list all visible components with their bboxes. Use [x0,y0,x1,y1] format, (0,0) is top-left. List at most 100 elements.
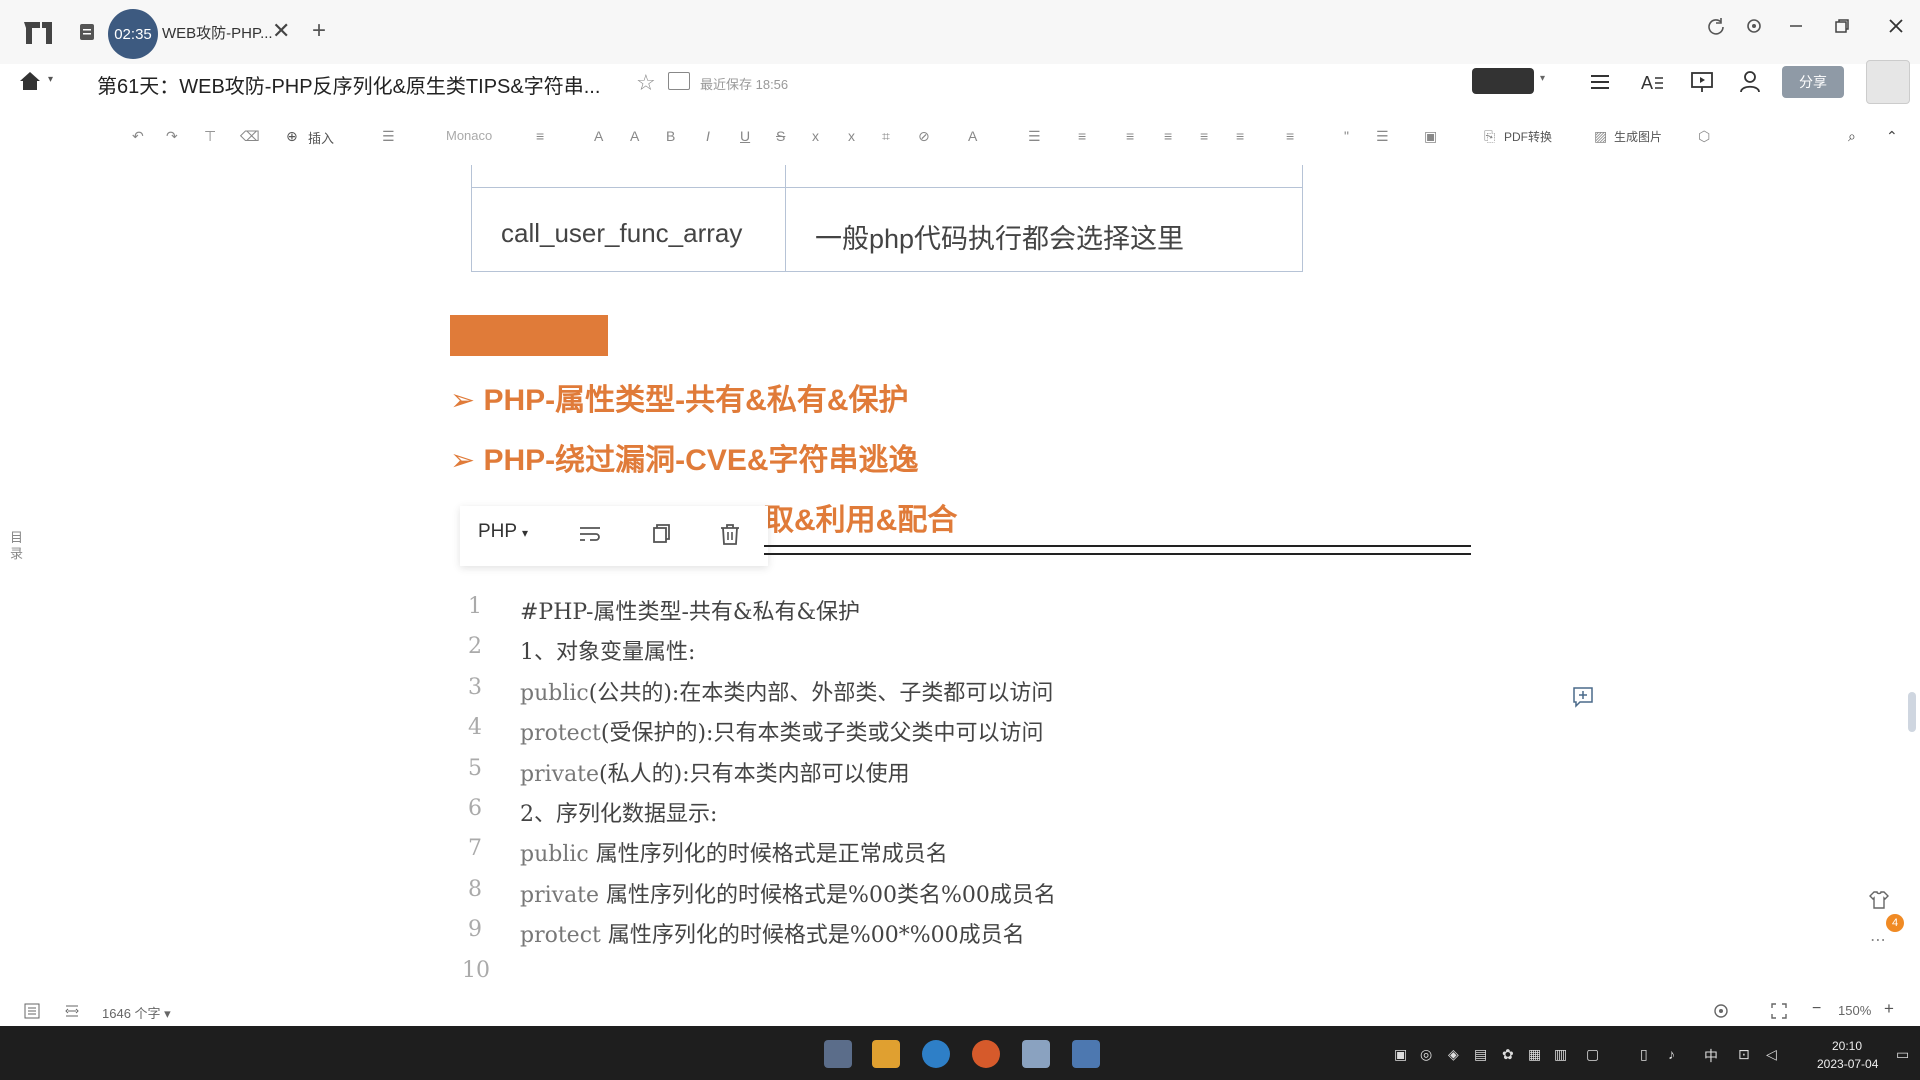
strikethrough-icon[interactable]: S [776,128,785,144]
minimize-icon[interactable] [1786,16,1806,36]
clear-format-icon[interactable]: ⌫ [240,128,260,145]
tray-p-icon[interactable]: ▦ [1528,1046,1541,1063]
collapse-icon[interactable]: ⌃ [1886,128,1898,145]
chrome-browser-icon[interactable] [972,1040,1000,1068]
file-explorer-icon[interactable] [872,1040,900,1068]
indent-icon[interactable]: ≡ [1200,128,1208,144]
fullscreen-icon[interactable] [1770,1002,1788,1020]
insert-plus-icon[interactable]: ⊕ [286,128,298,145]
code-language-select[interactable]: PHP ▾ [478,521,528,543]
home-dropdown-icon[interactable]: ▾ [48,74,53,85]
bold-icon[interactable]: B [666,128,675,144]
settings-gear-icon[interactable] [1744,16,1764,36]
battery-icon[interactable]: ▯ [1640,1046,1648,1063]
star-icon[interactable]: ☆ [636,70,656,96]
menu-icon[interactable] [1586,68,1614,96]
zoom-level[interactable]: 150% [1838,1003,1871,1018]
app-logo-icon[interactable] [22,18,54,46]
present-icon[interactable] [1688,68,1716,96]
edge-browser-icon[interactable] [922,1040,950,1068]
tab-title[interactable]: WEB攻防-PHP... [162,22,273,43]
code-inline-icon[interactable]: ⌗ [882,128,890,145]
close-window-icon[interactable] [1886,16,1906,36]
generate-image-icon[interactable]: ▨ [1594,128,1607,145]
outline-toggle[interactable]: 目录 [10,530,24,562]
font-color-icon[interactable]: A [968,128,977,144]
word-count[interactable]: 1646 个字 ▾ [102,1003,171,1022]
tray-shield-icon[interactable]: ◈ [1448,1046,1459,1063]
clock-date[interactable]: 2023-07-04 [1817,1057,1878,1071]
template-icon[interactable]: ▣ [1424,128,1437,145]
collaborators-dropdown-icon[interactable]: ▾ [1540,73,1545,84]
notification-badge[interactable]: 4 [1886,914,1904,932]
align-right-icon[interactable]: ≡ [1164,128,1172,144]
new-tab-icon[interactable]: + [312,17,326,45]
link-icon[interactable]: ⊘ [918,128,930,145]
outline-view-icon[interactable] [24,1003,40,1019]
redo-icon[interactable]: ↷ [166,128,178,145]
delete-icon[interactable] [716,520,744,548]
heading-style-icon[interactable]: ☰ [382,128,395,145]
volume-icon[interactable]: ◁ [1766,1046,1777,1063]
insert-menu[interactable]: 插入 [308,128,334,147]
superscript-icon[interactable]: x [848,128,855,144]
share-button[interactable]: 分享 [1782,66,1844,98]
tab-close-icon[interactable]: ✕ [272,18,290,44]
home-icon[interactable] [18,70,42,92]
copy-icon[interactable] [646,520,674,548]
shirt-icon[interactable] [1868,890,1890,910]
page-width-icon[interactable] [64,1003,80,1019]
folder-icon[interactable] [668,72,690,90]
text-format-icon[interactable]: A [1638,68,1666,96]
font-size-icon[interactable]: ≡ [536,128,544,144]
document-title[interactable]: 第61天：WEB攻防-PHP反序列化&原生类TIPS&字符串... [97,70,600,99]
search-icon[interactable]: ⌕ [1848,128,1856,145]
input-method[interactable]: 中 [1704,1046,1718,1066]
collaborator-avatars[interactable] [1472,68,1534,94]
align-left-icon[interactable]: ≡ [1078,128,1086,144]
undo-icon[interactable]: ↶ [132,128,144,145]
more-icon[interactable]: ⋯ [1870,930,1886,950]
format-painter-icon[interactable]: ⊤ [204,128,216,145]
generate-image-button[interactable]: 生成图片 [1614,128,1662,145]
network-icon[interactable]: ⊡ [1738,1046,1750,1063]
tray-chat-icon[interactable]: ▥ [1554,1046,1567,1063]
tray-app-icon[interactable]: ▣ [1394,1046,1407,1063]
line-height-icon[interactable]: ≡ [1286,128,1294,144]
increase-font-icon[interactable]: A [594,128,603,144]
underline-icon[interactable]: U [740,128,750,144]
notification-center-icon[interactable]: ▭ [1896,1046,1909,1063]
photos-app-icon[interactable] [1072,1040,1100,1068]
decrease-font-icon[interactable]: A [630,128,639,144]
font-family-select[interactable]: Monaco [446,128,492,143]
refresh-icon[interactable] [1706,16,1726,36]
notes-app-icon[interactable] [1022,1040,1050,1068]
tray-gear-icon[interactable]: ✿ [1502,1046,1514,1063]
locate-icon[interactable] [1712,1002,1730,1020]
subscript-icon[interactable]: x [812,128,819,144]
clock-time[interactable]: 20:10 [1832,1039,1862,1053]
taskbar-app-icon[interactable] [824,1040,852,1068]
list-icon[interactable]: ☰ [1028,128,1041,145]
microphone-icon[interactable]: ♪ [1668,1046,1675,1062]
tray-screenshot-icon[interactable]: ◎ [1420,1046,1432,1063]
pdf-convert-icon[interactable]: ⎘ [1484,128,1495,145]
wrap-lines-icon[interactable] [576,520,604,548]
scrollbar[interactable] [1908,692,1916,732]
zoom-in-icon[interactable]: + [1884,999,1894,1019]
user-avatar[interactable] [1866,60,1910,104]
add-comment-icon[interactable] [1572,686,1594,708]
align-center-icon[interactable]: ≡ [1126,128,1134,144]
code-text: #PHP-属性类型-共有&私有&保护 [520,600,861,625]
divider-icon[interactable]: ☰ [1376,128,1389,145]
quote-icon[interactable]: " [1344,128,1349,144]
outdent-icon[interactable]: ≡ [1236,128,1244,144]
plugin-icon[interactable]: ⬡ [1698,128,1710,145]
maximize-icon[interactable] [1832,16,1852,36]
tray-monitor-icon[interactable]: ▢ [1586,1046,1599,1063]
user-share-icon[interactable] [1738,68,1766,96]
zoom-out-icon[interactable]: − [1812,1000,1821,1018]
tray-note-icon[interactable]: ▤ [1474,1046,1487,1063]
pdf-convert-button[interactable]: PDF转换 [1504,128,1552,145]
italic-icon[interactable]: I [706,128,710,144]
